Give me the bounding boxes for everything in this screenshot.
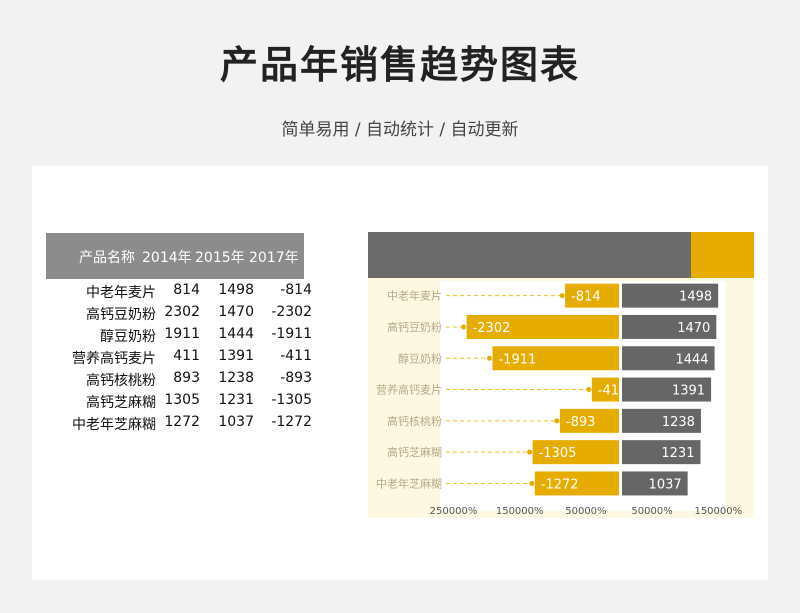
cell-2014: 814 — [173, 282, 200, 298]
cell-2014: 2302 — [164, 304, 200, 320]
category-label: 醇豆奶粉 — [398, 351, 442, 365]
cell-2015: 1391 — [218, 348, 254, 364]
content-card: 产品名称 2014年 2015年 2017年 中老年麦片 814 1498 -8… — [32, 166, 768, 580]
cell-2015: 1231 — [218, 392, 254, 408]
chart-header-accent — [691, 232, 754, 278]
cell-name: 中老年芝麻糊 — [72, 417, 156, 433]
col-header-2017: 2017年 — [249, 250, 299, 266]
x-tick-label: 250000% — [430, 506, 478, 517]
page-subtitle: 简单易用 / 自动统计 / 自动更新 — [281, 120, 519, 140]
cell-name: 醇豆奶粉 — [100, 329, 156, 345]
cell-2014: 411 — [173, 348, 200, 364]
data-label-2014: -1305 — [539, 446, 577, 461]
data-label-2015: 1231 — [661, 446, 694, 461]
table-row: 醇豆奶粉 1911 1444 -1911 — [46, 326, 316, 348]
data-label-2015: 1238 — [662, 415, 695, 430]
category-label: 高钙芝麻糊 — [387, 445, 442, 459]
table-row: 营养高钙麦片 411 1391 -411 — [46, 348, 316, 370]
category-label: 高钙核桃粉 — [387, 414, 442, 428]
leader-dot — [554, 418, 560, 424]
cell-name: 高钙核桃粉 — [86, 373, 156, 389]
data-label-2015: 1444 — [675, 352, 708, 367]
col-header-2015: 2015年 — [195, 250, 245, 266]
butterfly-bar-chart: 中老年麦片 -814 1498 高钙豆奶粉 -2302 1470 醇豆奶粉 -1911 1444… — [368, 232, 754, 518]
table-row: 中老年芝麻糊 1272 1037 -1272 — [46, 414, 316, 436]
leader-dot — [559, 293, 565, 299]
data-label-2015: 1470 — [677, 321, 710, 336]
category-label: 中老年芝麻糊 — [376, 476, 442, 490]
cell-2017: -411 — [280, 348, 312, 364]
category-label: 营养高钙麦片 — [376, 383, 442, 397]
col-header-name: 产品名称 — [79, 250, 135, 266]
table-row: 高钙核桃粉 893 1238 -893 — [46, 370, 316, 392]
category-label: 中老年麦片 — [387, 289, 442, 303]
cell-name: 营养高钙麦片 — [72, 351, 156, 367]
x-tick-label: 150000% — [694, 506, 742, 517]
cell-2017: -1305 — [271, 392, 312, 408]
cell-2015: 1037 — [218, 414, 254, 430]
cell-name: 中老年麦片 — [86, 285, 156, 301]
page-title: 产品年销售趋势图表 — [219, 43, 580, 87]
data-label-2014: -1272 — [541, 477, 579, 492]
table-row: 高钙芝麻糊 1305 1231 -1305 — [46, 392, 316, 414]
cell-2017: -2302 — [271, 304, 312, 320]
cell-2014: 893 — [173, 370, 200, 386]
cell-2014: 1305 — [164, 392, 200, 408]
leader-dot — [461, 324, 467, 330]
cell-name: 高钙豆奶粉 — [86, 307, 156, 323]
cell-2017: -1272 — [271, 414, 312, 430]
cell-2015: 1498 — [218, 282, 254, 298]
leader-dot — [527, 449, 533, 455]
data-label-2014: -893 — [566, 415, 596, 430]
cell-2015: 1470 — [218, 304, 254, 320]
leader-dot — [529, 480, 535, 486]
col-header-2014: 2014年 — [142, 250, 192, 266]
leader-dot — [586, 387, 592, 393]
x-tick-label: 150000% — [496, 506, 544, 517]
table-row: 中老年麦片 814 1498 -814 — [46, 282, 316, 304]
x-tick-label: 50000% — [631, 506, 672, 517]
cell-2014: 1911 — [164, 326, 200, 342]
category-label: 高钙豆奶粉 — [387, 320, 442, 334]
cell-2017: -1911 — [271, 326, 312, 342]
data-label-2015: 1498 — [679, 290, 712, 305]
table-row: 高钙豆奶粉 2302 1470 -2302 — [46, 304, 316, 326]
cell-2014: 1272 — [164, 414, 200, 430]
cell-2015: 1238 — [218, 370, 254, 386]
cell-name: 高钙芝麻糊 — [86, 395, 156, 411]
data-label-2015: 1037 — [649, 477, 682, 492]
data-label-2014: -1911 — [498, 352, 536, 367]
data-label-2014: -814 — [571, 290, 601, 305]
cell-2017: -814 — [280, 282, 312, 298]
leader-dot — [486, 355, 492, 361]
x-tick-label: 50000% — [565, 506, 606, 517]
cell-2015: 1444 — [218, 326, 254, 342]
data-label-2015: 1391 — [672, 384, 705, 399]
table-header: 产品名称 2014年 2015年 2017年 — [46, 233, 304, 279]
cell-2017: -893 — [280, 370, 312, 386]
chart-header-band — [368, 232, 691, 278]
data-label-2014: -2302 — [473, 321, 511, 336]
